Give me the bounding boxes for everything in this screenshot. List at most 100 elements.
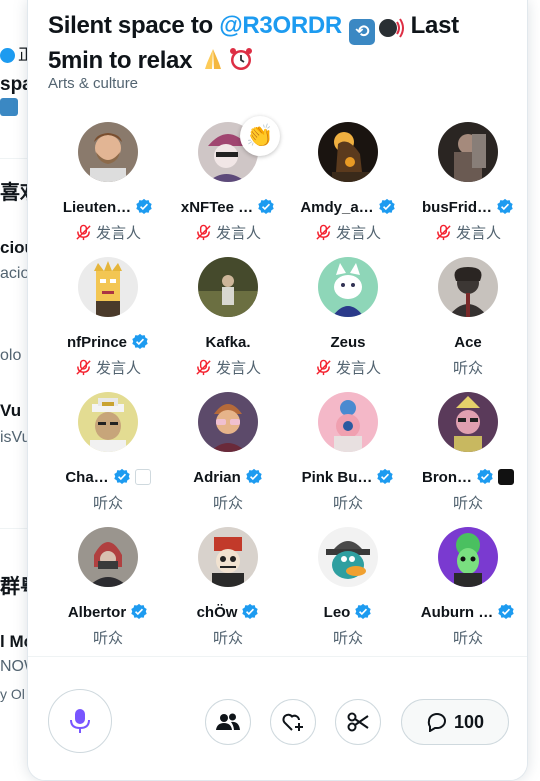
participant-cell[interactable]: Auburn … 听众 bbox=[408, 527, 527, 652]
avatar[interactable] bbox=[318, 392, 378, 452]
participant-role-row: 听众 bbox=[288, 626, 408, 648]
host-handle-link[interactable]: @R3ORDR bbox=[219, 12, 342, 39]
verified-badge-icon bbox=[377, 468, 394, 485]
participant-name-row: Adrian bbox=[168, 466, 288, 488]
participant-role-row: 听众 bbox=[408, 356, 527, 378]
participant-role: 听众 bbox=[212, 494, 243, 512]
participant-name-row: Kafka. bbox=[168, 331, 288, 353]
participant-name-row: Zeus bbox=[288, 331, 408, 353]
participant-role-row: 听众 bbox=[288, 491, 408, 513]
comments-button[interactable]: 100 bbox=[401, 699, 509, 745]
avatar[interactable] bbox=[318, 257, 378, 317]
verified-badge-icon bbox=[242, 603, 259, 620]
mic-muted-icon bbox=[316, 224, 331, 240]
participant-role-row: 听众 bbox=[168, 626, 288, 648]
avatar[interactable] bbox=[318, 527, 378, 587]
avatar[interactable] bbox=[198, 257, 258, 317]
participant-name: Lieuten… bbox=[62, 198, 132, 216]
affiliation-badge-icon bbox=[134, 469, 151, 485]
participant-name: Zeus bbox=[330, 333, 366, 351]
speaking-head-emoji-icon bbox=[377, 14, 405, 40]
participant-name: Auburn … bbox=[420, 603, 494, 621]
react-button[interactable] bbox=[270, 699, 316, 745]
participant-name-row: nfPrince bbox=[48, 331, 168, 353]
bg-fragment bbox=[0, 98, 21, 116]
mic-muted-icon bbox=[76, 224, 91, 240]
avatar[interactable] bbox=[78, 257, 138, 317]
participant-cell[interactable]: Bron… 听众 bbox=[408, 392, 527, 517]
bg-fragment: y Ol bbox=[0, 686, 25, 702]
microphone-button[interactable] bbox=[48, 689, 112, 753]
mic-icon bbox=[70, 709, 90, 733]
participant-cell[interactable]: Pink Bu… 听众 bbox=[288, 392, 408, 517]
avatar[interactable] bbox=[78, 122, 138, 182]
participant-role-row: 发言人 bbox=[288, 221, 408, 243]
space-title: Silent space to @R3ORDR ⟲ Last 5min to r… bbox=[48, 12, 459, 74]
comment-count: 100 bbox=[453, 711, 485, 732]
participant-name-row: Pink Bu… bbox=[288, 466, 408, 488]
scissors-icon bbox=[347, 712, 369, 732]
participant-cell[interactable]: Ace 听众 bbox=[408, 257, 527, 382]
clapping-reaction-icon: 👏 bbox=[240, 116, 280, 156]
participant-name-row: Amdy_a… bbox=[288, 196, 408, 218]
mic-muted-icon bbox=[196, 359, 211, 375]
participant-cell[interactable]: 👏 xNFTee … 发言人 bbox=[168, 116, 288, 247]
participant-role: 发言人 bbox=[335, 224, 381, 242]
avatar[interactable] bbox=[318, 122, 378, 182]
participant-role-row: 听众 bbox=[48, 626, 168, 648]
clip-button[interactable] bbox=[335, 699, 381, 745]
participant-name: xNFTee … bbox=[180, 198, 254, 216]
avatar[interactable] bbox=[438, 392, 498, 452]
verified-badge-icon bbox=[497, 198, 513, 215]
participants-button[interactable] bbox=[205, 699, 251, 745]
participant-role: 听众 bbox=[452, 494, 483, 512]
avatar[interactable] bbox=[438, 527, 498, 587]
bg-fragment: Vu bbox=[0, 401, 22, 420]
avatar[interactable] bbox=[198, 527, 258, 587]
participant-cell[interactable]: Kafka. 发言人 bbox=[168, 257, 288, 382]
participant-role: 发言人 bbox=[95, 359, 141, 377]
participant-cell[interactable]: Lieuten… 发言人 bbox=[48, 122, 168, 247]
verified-badge-icon bbox=[477, 468, 493, 485]
avatar[interactable] bbox=[438, 122, 498, 182]
avatar[interactable] bbox=[78, 392, 138, 452]
participant-name: Pink Bu… bbox=[301, 468, 373, 486]
participant-cell[interactable]: Albertor 听众 bbox=[48, 527, 168, 652]
participant-cell[interactable]: Amdy_a… 发言人 bbox=[288, 122, 408, 247]
participant-name: Ace bbox=[454, 333, 482, 351]
participant-name-row: xNFTee … bbox=[168, 196, 288, 218]
participant-role-row: 发言人 bbox=[168, 221, 288, 243]
participant-cell[interactable]: Leo 听众 bbox=[288, 527, 408, 652]
participant-cell[interactable]: Zeus 发言人 bbox=[288, 257, 408, 382]
participant-name: nfPrince bbox=[66, 333, 127, 351]
participant-cell[interactable]: chÖw 听众 bbox=[168, 527, 288, 652]
heart-plus-icon bbox=[282, 713, 303, 731]
participant-name-row: chÖw bbox=[168, 601, 288, 623]
participant-cell[interactable]: Adrian 听众 bbox=[168, 392, 288, 517]
mic-muted-icon bbox=[436, 224, 451, 240]
verified-badge-icon bbox=[131, 603, 147, 620]
participant-name-row: Leo bbox=[288, 601, 408, 623]
affiliation-badge-icon bbox=[498, 469, 514, 485]
participant-role-row: 发言人 bbox=[288, 356, 408, 378]
participant-role: 听众 bbox=[92, 629, 123, 647]
space-controls-bar: 100 bbox=[28, 656, 527, 780]
participant-name: Leo bbox=[323, 603, 351, 621]
participant-name: chÖw bbox=[196, 603, 238, 621]
avatar[interactable] bbox=[438, 257, 498, 317]
space-category: Arts & culture bbox=[48, 75, 139, 92]
participant-role-row: 发言人 bbox=[48, 356, 168, 378]
avatar[interactable] bbox=[198, 392, 258, 452]
participant-cell[interactable]: nfPrince 发言人 bbox=[48, 257, 168, 382]
participant-name-row: Ace bbox=[408, 331, 527, 353]
verified-badge-icon bbox=[355, 603, 372, 620]
avatar[interactable] bbox=[78, 527, 138, 587]
verified-badge-icon bbox=[113, 468, 130, 485]
mic-muted-icon bbox=[76, 359, 91, 375]
participant-role-row: 发言人 bbox=[48, 221, 168, 243]
participant-cell[interactable]: busFrid… 发言人 bbox=[408, 122, 527, 247]
participant-name-row: Bron… bbox=[408, 466, 527, 488]
bg-fragment: olo bbox=[0, 347, 22, 364]
participant-cell[interactable]: Cha… 听众 bbox=[48, 392, 168, 517]
participant-name: Bron… bbox=[422, 468, 472, 486]
